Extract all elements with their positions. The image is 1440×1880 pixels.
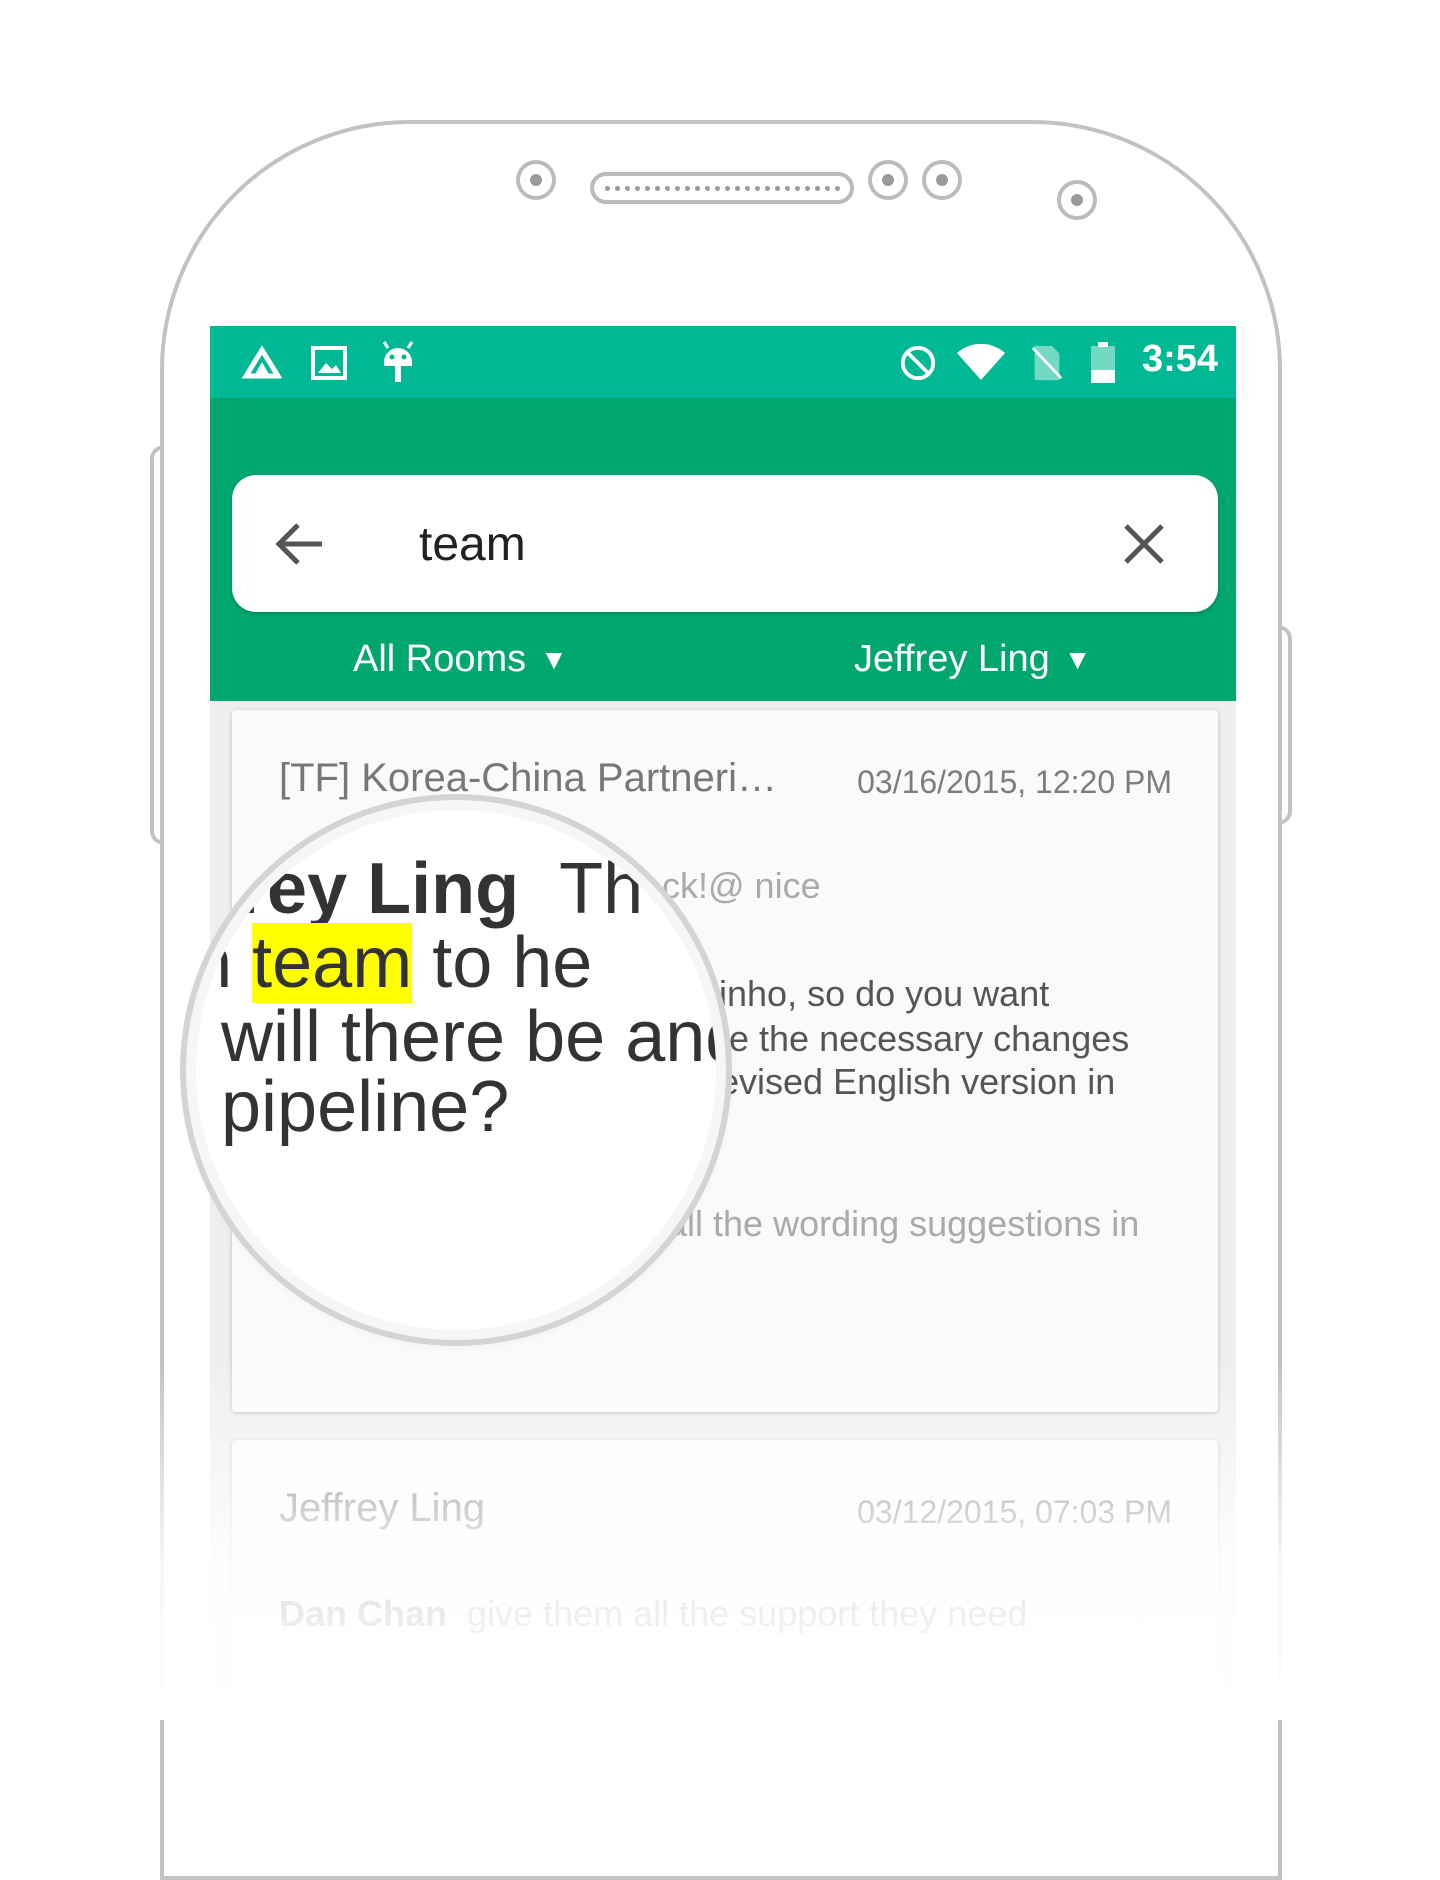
message-snippet: te the necessary changes [719,1018,1130,1059]
magnifier-lens: Jeffrey Ling Th Taiwan team to he will t… [196,810,716,1330]
status-time: 3:54 [1141,338,1218,380]
magnified-text: Th [559,849,644,929]
search-result-card[interactable]: Jeffrey Ling 03/12/2015, 07:03 PM Dan Ch… [232,1440,1218,1720]
search-match-highlight: team [252,923,413,1003]
image-notification-icon [311,346,347,380]
phone-speaker [590,172,854,204]
battery-icon [1091,342,1115,383]
no-sim-icon [1031,345,1063,381]
result-room-name: Jeffrey Ling [279,1486,486,1530]
message-snippet: evised English version in [719,1061,1116,1102]
phone-sensor-icon [868,160,908,200]
do-not-disturb-icon [900,345,936,381]
phone-sensor-icon [516,160,556,200]
triangle-notification-icon [242,345,282,379]
android-notification-icon [382,341,414,382]
result-room-name: [TF] Korea-China Partneri… [279,756,777,800]
magnified-text: to he [412,923,593,1003]
room-filter-label: All Rooms [353,638,527,680]
magnified-text: Taiwan [196,923,233,1003]
front-camera-icon [1057,180,1097,220]
magnified-text: pipeline? [221,1067,510,1147]
close-icon[interactable] [1120,520,1168,568]
message-snippet: ck!@ nice [662,865,821,906]
search-bar [232,475,1218,612]
message-author: Dan Chan [279,1593,448,1634]
result-timestamp: 03/16/2015, 12:20 PM [857,764,1172,800]
room-filter-dropdown[interactable]: All Rooms ▼ [353,638,568,681]
wifi-icon [957,344,1005,380]
result-timestamp: 03/12/2015, 07:03 PM [857,1494,1172,1530]
status-bar: 3:54 [210,326,1236,398]
chevron-down-icon: ▼ [1063,643,1092,675]
search-input[interactable] [417,505,1061,583]
message-snippet: inho, so do you want [719,973,1050,1014]
app-bar: All Rooms ▼ Jeffrey Ling ▼ [210,398,1236,701]
message-snippet: t all the wording suggestions in [647,1203,1140,1244]
user-filter-dropdown[interactable]: Jeffrey Ling ▼ [854,638,1091,681]
chevron-down-icon: ▼ [540,643,568,675]
message-snippet: Dan Chan give them all the support they … [279,1593,1028,1634]
phone-sensor-icon [922,160,962,200]
user-filter-label: Jeffrey Ling [854,638,1050,680]
arrow-left-icon[interactable] [272,517,328,571]
magnified-author: Jeffrey Ling [196,849,520,929]
